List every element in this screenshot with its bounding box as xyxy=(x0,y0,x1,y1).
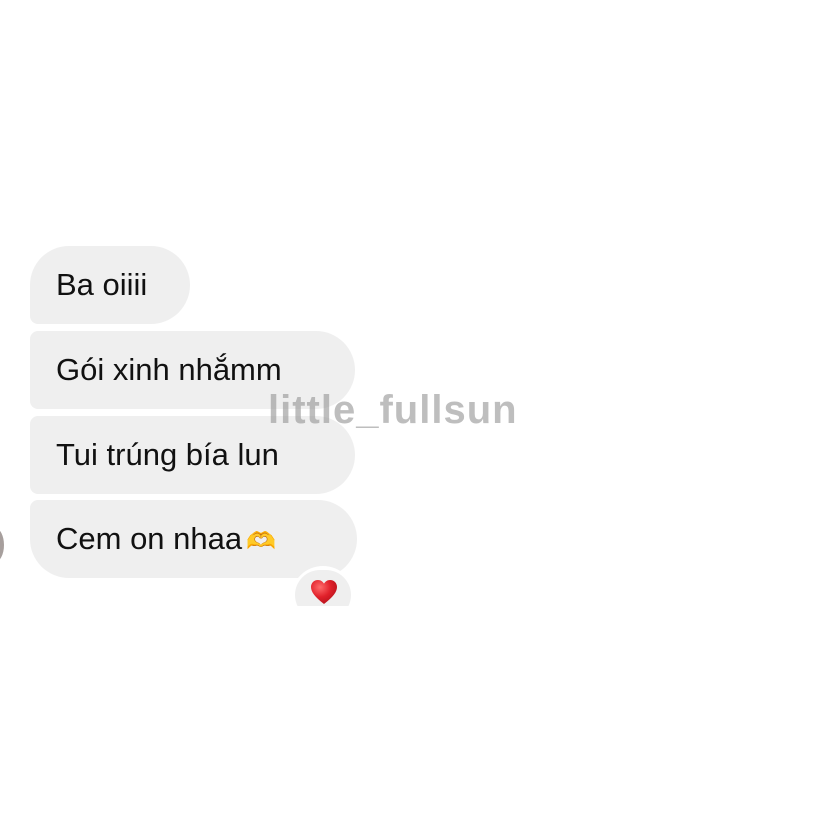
message-bubble[interactable]: Cem on nhaa 🫶 xyxy=(30,500,357,578)
heart-hands-icon: 🫶 xyxy=(246,528,277,555)
message-text: Tui trúng bía lun xyxy=(56,437,279,472)
message-text: Cem on nhaa xyxy=(56,521,243,556)
message-text: Ba oiiii xyxy=(56,267,148,302)
message-text: Gói xinh nhắmm xyxy=(56,352,282,387)
sender-avatar[interactable] xyxy=(0,528,4,562)
message-bubble[interactable]: Ba oiiii xyxy=(30,246,190,324)
heart-icon xyxy=(311,580,337,604)
reaction-bubble xyxy=(295,570,351,606)
watermark: little_fullsun xyxy=(268,388,518,432)
chat-thread: Ba oiiii Gói xinh nhắmm Tui trúng bía lu… xyxy=(0,0,827,827)
